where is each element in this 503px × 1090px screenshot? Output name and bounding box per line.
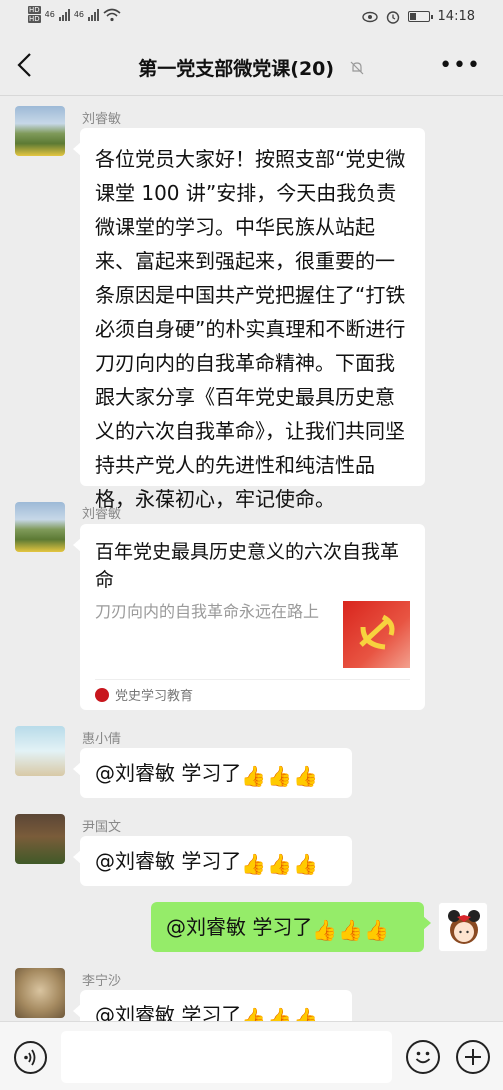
more-options-icon[interactable]: ••• [439,55,481,77]
voice-input-button[interactable] [14,1041,47,1074]
avatar[interactable] [15,106,65,156]
eye-icon [361,11,378,22]
thumbs-up-icon: 👍 [241,764,267,788]
thumbs-up-icon: 👍 [241,852,267,876]
message-bubble[interactable]: 各位党员大家好！按照支部“党史微课堂 100 讲”安排，今天由我负责微课堂的学习… [73,128,425,511]
signal-icon-1 [58,8,70,21]
battery-icon [407,11,433,22]
my-message-bubble[interactable]: @刘睿敏 学习了 👍 👍 👍 [151,902,431,952]
card-divider [95,679,410,680]
message-text: @刘睿敏 学习了 [166,915,313,939]
thumbs-up-emojis: 👍 👍 👍 [241,766,318,786]
message-bubble[interactable]: @刘睿敏 学习了 👍 👍 👍 [73,836,352,886]
alarm-icon [386,10,399,24]
thumbs-up-emojis: 👍 👍 👍 [241,854,318,874]
status-right: 14:18 [361,9,475,24]
hd-badge-2: HD [28,15,41,23]
sender-name: 刘睿敏 [82,112,122,127]
avatar[interactable] [15,968,65,1018]
signal-indicators: HD HD 46 46 [28,6,121,23]
network-label-1: 46 [44,10,55,19]
thumbs-up-icon: 👍 [293,852,319,876]
voice-icon [24,1049,36,1066]
mute-bell-icon [350,61,364,75]
hd-badge-1: HD [28,6,41,14]
avatar[interactable] [15,502,65,552]
thumbs-up-icon: 👍 [364,918,390,942]
thumbs-up-icon: 👍 [267,764,293,788]
wifi-icon [103,8,121,21]
card-source-name: 党史学习教育 [115,689,194,704]
input-bar [0,1021,503,1090]
thumbs-up-icon: 👍 [293,764,319,788]
chat-title: 第一党支部微党课(20) [138,58,335,80]
card-source[interactable]: 党史学习教育 [95,685,193,704]
message-bubble[interactable]: @刘睿敏 学习了 👍 👍 👍 [73,748,352,798]
sender-name: 惠小倩 [82,732,122,747]
thumbs-up-icon: 👍 [338,918,364,942]
avatar[interactable] [15,726,65,776]
message-text: @刘睿敏 学习了 [95,849,242,873]
thumbs-up-icon: 👍 [312,918,338,942]
sender-name: 尹国文 [82,820,122,835]
cartoon-girl-icon [448,910,480,944]
article-card[interactable]: 百年党史最具历史意义的六次自我革命 刀刃向内的自我革命永远在路上 党史学习教育 [73,524,425,710]
network-label-2: 46 [73,10,85,19]
emoji-button[interactable] [406,1040,440,1074]
card-description: 刀刃向内的自我革命永远在路上 [95,602,320,621]
smiley-icon [415,1051,431,1064]
back-icon[interactable] [14,52,38,78]
thumbs-up-icon: 👍 [267,852,293,876]
my-avatar[interactable] [438,902,488,952]
avatar[interactable] [15,814,65,864]
status-bar: HD HD 46 46 14:18 [0,0,503,34]
sender-name: 李宁沙 [82,974,122,989]
card-thumbnail [343,601,410,668]
sender-name: 刘睿敏 [82,507,122,522]
chat-title-wrap: 第一党支部微党课(20) [60,54,443,81]
party-emblem-icon [359,614,395,650]
clock: 14:18 [437,9,475,24]
more-functions-button[interactable] [456,1040,490,1074]
message-input[interactable] [61,1031,392,1083]
plus-icon [465,1049,481,1065]
card-title: 百年党史最具历史意义的六次自我革命 [95,541,400,591]
message-text: @刘睿敏 学习了 [95,761,242,785]
thumbs-up-emojis: 👍 👍 👍 [312,920,389,940]
signal-icon-2 [88,8,100,21]
chat-header: 第一党支部微党课(20) ••• [0,34,503,96]
source-logo-icon [95,687,109,702]
